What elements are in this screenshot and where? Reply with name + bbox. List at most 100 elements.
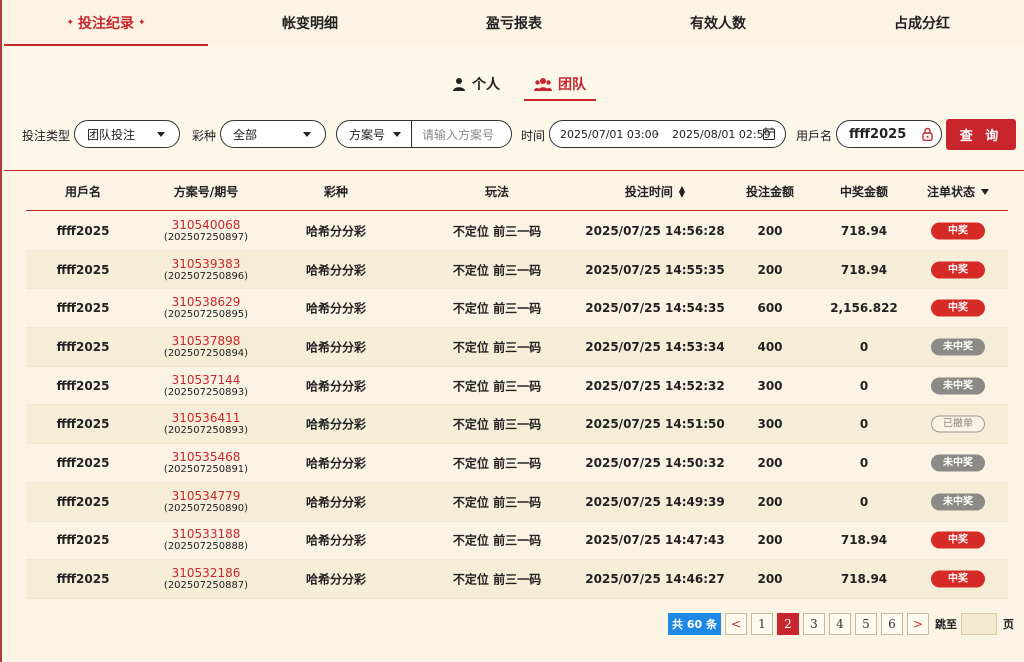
cell-win-amount: 0: [859, 494, 869, 509]
scheme-number-link[interactable]: 310538629: [164, 295, 248, 309]
cell-scheme: 310537898 (202507250894): [164, 334, 248, 360]
username-input[interactable]: ffff2025: [836, 120, 942, 148]
app-frame: ✦ 投注纪录 ✦ 帐变明细 盈亏报表 有效人数 占成分红 个人 团队 投注类型 …: [0, 0, 1024, 662]
col-bet-amount: 投注金额: [745, 185, 795, 199]
scheme-type-select[interactable]: 方案号: [337, 121, 413, 147]
cell-lottery: 哈希分分彩: [305, 495, 367, 510]
issue-number: (202507250894): [163, 347, 249, 359]
lock-icon[interactable]: [922, 127, 933, 141]
scheme-search-group: 方案号 请输入方案号: [336, 120, 512, 148]
status-badge: 中奖: [931, 531, 985, 549]
cell-bet-amount: 300: [757, 378, 783, 393]
tab-account-changes[interactable]: 帐变明细: [208, 0, 412, 46]
cell-status: 未中奖: [931, 493, 985, 511]
tab-label: 投注纪录: [78, 16, 134, 32]
pagination: 共 60 条 < 1 2 3 4 5 6 > 跳至 页: [668, 612, 1014, 636]
cell-username: ffff2025: [56, 494, 110, 509]
tab-share-dividend[interactable]: 占成分红: [820, 0, 1024, 46]
scheme-number-link[interactable]: 310534779: [164, 489, 248, 503]
cell-lottery: 哈希分分彩: [305, 224, 367, 239]
table-row: ffff2025 310536411 (202507250893) 哈希分分彩 不定位 …: [26, 405, 1008, 445]
time-label: 时间: [521, 129, 546, 143]
status-badge: 未中奖: [931, 454, 985, 472]
lottery-value: 全部: [233, 127, 258, 142]
sub-tab-personal[interactable]: 个人: [448, 70, 504, 98]
page-button-5[interactable]: 5: [854, 613, 877, 635]
tab-active-users[interactable]: 有效人数: [616, 0, 820, 46]
lottery-select[interactable]: 全部: [220, 120, 326, 148]
scheme-number-link[interactable]: 310537144: [164, 373, 248, 387]
tab-bet-records[interactable]: ✦ 投注纪录 ✦: [4, 0, 208, 46]
filter-row: 投注类型 团队投注 彩种 全部 方案号 请输入方案号 时间 2025/07/01…: [22, 119, 1022, 150]
table-row: ffff2025 310537898 (202507250894) 哈希分分彩 不定位 …: [26, 328, 1008, 367]
cell-win-amount: 718.94: [840, 223, 888, 238]
col-scheme-issue: 方案号/期号: [173, 185, 239, 199]
cell-win-amount: 718.94: [840, 533, 888, 548]
page-button-4[interactable]: 4: [828, 613, 851, 635]
scheme-number-link[interactable]: 310536411: [164, 411, 248, 425]
status-badge: 中奖: [931, 261, 985, 279]
status-badge: 中奖: [931, 299, 985, 317]
cell-status: 中奖: [931, 531, 985, 549]
cell-bet-amount: 200: [757, 262, 783, 277]
tab-profit-report[interactable]: 盈亏报表: [412, 0, 616, 46]
issue-number: (202507250893): [163, 386, 249, 398]
issue-number: (202507250888): [163, 541, 249, 553]
status-badge: 未中奖: [931, 338, 985, 356]
scheme-number-link[interactable]: 310540068: [164, 218, 248, 232]
page-button-6[interactable]: 6: [880, 613, 903, 635]
prev-page-button[interactable]: <: [724, 613, 747, 635]
cell-scheme: 310540068 (202507250897): [164, 218, 248, 244]
cell-scheme: 310532186 (202507250887): [164, 566, 248, 592]
cell-username: ffff2025: [56, 262, 110, 277]
total-count: 共 60 条: [668, 613, 721, 635]
col-label: 注单状态: [926, 185, 976, 199]
cell-win-amount: 0: [859, 378, 869, 393]
scheme-select-value: 方案号: [349, 127, 386, 142]
cell-bet-time: 2025/07/25 14:56:28: [585, 223, 725, 238]
scheme-number-link[interactable]: 310533188: [164, 527, 248, 541]
cell-play: 不定位 前三一码: [452, 224, 542, 239]
cell-play: 不定位 前三一码: [452, 456, 542, 471]
issue-number: (202507250897): [163, 231, 249, 243]
cell-bet-amount: 600: [757, 301, 783, 316]
status-badge: 未中奖: [931, 493, 985, 511]
scheme-input[interactable]: 请输入方案号: [412, 126, 494, 143]
jump-page-input[interactable]: [960, 613, 997, 635]
filter-icon[interactable]: [981, 188, 990, 195]
cell-win-amount: 0: [859, 417, 869, 432]
scheme-number-link[interactable]: 310532186: [164, 566, 248, 580]
tab-label: 有效人数: [690, 16, 746, 32]
scheme-number-link[interactable]: 310537898: [164, 334, 248, 348]
issue-number: (202507250887): [163, 580, 249, 592]
col-bet-time[interactable]: 投注时间 ▲ ▼: [625, 183, 685, 200]
page-button-1[interactable]: 1: [750, 613, 773, 635]
cell-lottery: 哈希分分彩: [305, 263, 367, 278]
col-status[interactable]: 注单状态: [926, 183, 990, 200]
sort-icon[interactable]: ▲ ▼: [679, 184, 685, 198]
top-tab-bar: ✦ 投注纪录 ✦ 帐变明细 盈亏报表 有效人数 占成分红: [4, 0, 1024, 46]
scheme-number-link[interactable]: 310535468: [164, 450, 248, 464]
issue-number: (202507250893): [163, 425, 249, 437]
team-icon: [534, 78, 552, 91]
username-label: 用戶名: [796, 129, 833, 143]
page-button-2[interactable]: 2: [776, 613, 799, 635]
issue-number: (202507250896): [163, 270, 249, 282]
cell-bet-time: 2025/07/25 14:46:27: [585, 572, 725, 587]
date-separator: –: [654, 127, 660, 140]
scheme-number-link[interactable]: 310539383: [164, 257, 248, 271]
page-button-3[interactable]: 3: [802, 613, 825, 635]
cell-status: 中奖: [931, 261, 985, 279]
date-range-picker[interactable]: 2025/07/01 03:00 – 2025/08/01 02:59: [549, 120, 786, 148]
next-page-button[interactable]: >: [906, 613, 929, 635]
sub-tab-team[interactable]: 团队: [524, 70, 596, 101]
query-button[interactable]: 查 询: [946, 119, 1016, 150]
cell-scheme: 310539383 (202507250896): [164, 257, 248, 283]
cell-play: 不定位 前三一码: [452, 417, 542, 432]
bet-type-select[interactable]: 团队投注: [74, 120, 180, 148]
tab-label: 占成分红: [894, 16, 950, 32]
cell-username: ffff2025: [56, 455, 110, 470]
cell-play: 不定位 前三一码: [452, 379, 542, 394]
col-username: 用戶名: [64, 185, 102, 199]
status-badge: 中奖: [931, 570, 985, 588]
